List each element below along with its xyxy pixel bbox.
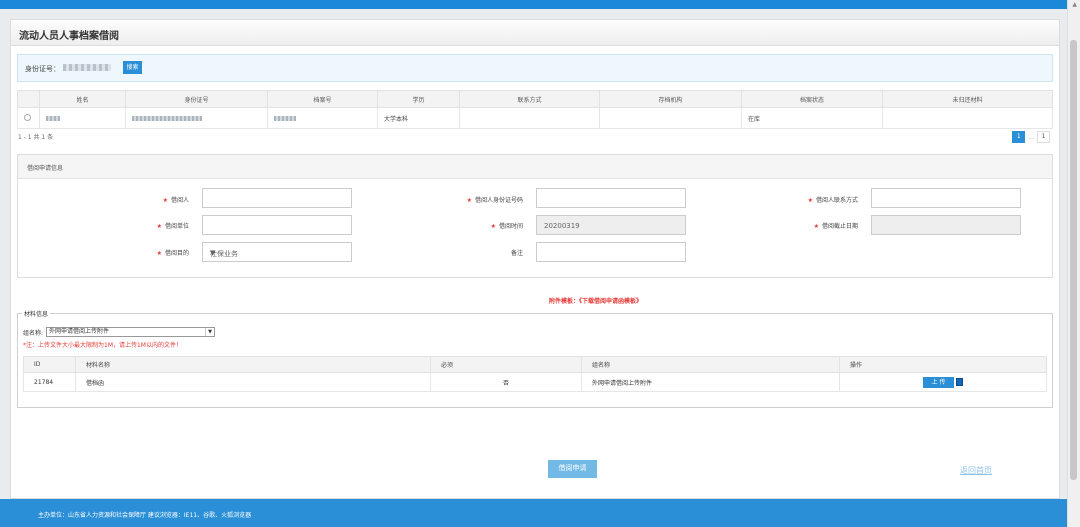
borrower-id-label: ★ 借阅人身份证号码 [466, 197, 523, 204]
required-star-icon: ★ [807, 197, 813, 204]
required-star-icon: ★ [156, 250, 162, 257]
row-radio[interactable] [24, 113, 31, 121]
deadline-label: ★ 借阅截止日期 [813, 223, 858, 230]
scroll-up-arrow-icon[interactable]: ▲ [1072, 1, 1077, 8]
column-header-unreturned: 未归还材料 [882, 90, 1053, 108]
footer: 主办单位：山东省人力资源和社会保障厅 建议浏览器：IE11、谷歌、火狐浏览器 [0, 499, 1067, 527]
material-action-cell: 上 传 [839, 372, 1047, 392]
column-header-group: 组名称 [581, 356, 840, 373]
column-header-status: 档案状态 [741, 90, 883, 108]
name-cell [39, 107, 126, 129]
deadline-input [871, 215, 1021, 235]
page-title: 流动人员人事档案借阅 [11, 20, 1059, 46]
column-header-org: 存档机构 [599, 90, 742, 108]
main-panel: 流动人员人事档案借阅 身份证号： 搜索 姓名 身份证号 档案号 学历 联系方式 … [10, 19, 1060, 499]
education-cell: 大学本科 [377, 107, 460, 129]
contact-cell [459, 107, 600, 129]
borrower-label: ★ 借阅人 [162, 197, 189, 204]
borrower-id-input[interactable] [536, 188, 686, 208]
page-button-current[interactable]: 1 [1012, 131, 1026, 143]
search-area: 身份证号： 搜索 [17, 54, 1053, 82]
purpose-select[interactable]: 社保业务 ▼ [202, 242, 352, 262]
borrower-input[interactable] [202, 188, 352, 208]
file-icon[interactable] [956, 378, 963, 386]
borrower-contact-input[interactable] [871, 188, 1021, 208]
form-section-title: 借阅申请信息 [18, 155, 1052, 179]
column-header-file-no: 档案号 [267, 90, 378, 108]
group-row: 组名称: 外网申请借阅上传附件 ▼ [23, 327, 216, 337]
borrow-request-form: 借阅申请信息 ★ 借阅人 ★ 借阅人身份证号码 ★ 借阅人联系方式 ★ 借阅单位 ★ 借阅… [17, 154, 1053, 278]
group-select[interactable]: 外网申请借阅上传附件 ▼ [46, 327, 216, 337]
id-value [132, 115, 202, 121]
scroll-thumb[interactable] [1070, 40, 1077, 480]
row-select-cell[interactable] [17, 107, 40, 129]
top-bar [0, 0, 1080, 9]
materials-fieldset: 材料信息 组名称: 外网申请借阅上传附件 ▼ *注：上传文件大小最大限制为1M，… [17, 309, 1053, 408]
required-star-icon: ★ [156, 223, 162, 230]
borrower-unit-input[interactable] [202, 215, 352, 235]
select-column-header [17, 90, 40, 108]
name-value [46, 115, 60, 121]
column-header-required: 必须 [430, 356, 582, 373]
material-required-cell: 否 [430, 372, 582, 392]
employee-table: 姓名 身份证号 档案号 学历 联系方式 存档机构 档案状态 未归还材料 大学本科… [17, 90, 1053, 129]
vertical-scrollbar[interactable]: ▲ [1067, 0, 1080, 527]
upload-button[interactable]: 上 传 [923, 376, 954, 388]
page-button-last[interactable]: 1 [1037, 131, 1050, 143]
borrower-contact-label: ★ 借阅人联系方式 [807, 197, 858, 204]
file-no-value [274, 115, 296, 121]
remarks-input[interactable] [536, 242, 686, 262]
required-star-icon: ★ [813, 223, 819, 230]
table-row: 21784 借档函 否 外网申请借阅上传附件 上 传 [23, 372, 1047, 392]
group-label: 组名称: [23, 329, 44, 337]
record-summary: 1 - 1 共 1 条 [18, 134, 54, 141]
pagination: 1 ... 1 [1012, 131, 1050, 143]
borrower-unit-label: ★ 借阅单位 [156, 223, 189, 230]
purpose-label: ★ 借阅目的 [156, 250, 189, 257]
status-cell: 在库 [741, 107, 883, 129]
pagination-ellipsis: ... [1028, 133, 1034, 141]
required-star-icon: ★ [490, 223, 496, 230]
column-header-name: 姓名 [39, 90, 126, 108]
id-number-input[interactable] [63, 64, 111, 71]
group-select-value: 外网申请借阅上传附件 [49, 328, 110, 335]
submit-borrow-button[interactable]: 借阅申请 [548, 460, 597, 478]
id-cell [125, 107, 268, 129]
required-star-icon: ★ [466, 197, 472, 204]
material-name-cell: 借档函 [75, 372, 431, 392]
unreturned-cell [882, 107, 1053, 129]
attachment-template-link[interactable]: 附件模板：《下载借阅申请函模板》 [549, 296, 642, 305]
remarks-label: 备注 [510, 250, 523, 257]
material-group-cell: 外网申请借阅上传附件 [581, 372, 840, 392]
column-header-education: 学历 [377, 90, 460, 108]
column-header-action: 操作 [839, 356, 1047, 373]
file-no-cell [267, 107, 378, 129]
upload-size-warning: *注：上传文件大小最大限制为1M，请上传1M以内的文件！ [23, 342, 182, 349]
back-home-link[interactable]: 返回首页 [960, 465, 992, 476]
borrow-time-input: 20200319 [536, 215, 686, 235]
borrow-time-value: 20200319 [544, 222, 580, 230]
chevron-down-icon: ▼ [205, 328, 214, 336]
material-id-cell: 21784 [23, 372, 76, 392]
org-cell [599, 107, 742, 129]
column-header-material-name: 材料名称 [75, 356, 431, 373]
search-button[interactable]: 搜索 [123, 61, 142, 74]
column-header-contact: 联系方式 [459, 90, 600, 108]
table-row[interactable]: 大学本科 在库 [17, 107, 1053, 129]
chevron-down-icon: ▼ [210, 249, 216, 257]
id-number-label: 身份证号： [25, 65, 60, 73]
required-star-icon: ★ [162, 197, 168, 204]
column-header-id: 身份证号 [125, 90, 268, 108]
materials-legend: 材料信息 [22, 309, 51, 318]
materials-table: ID 材料名称 必须 组名称 操作 21784 借档函 否 外网申请借阅上传附件… [23, 356, 1047, 392]
column-header-id: ID [23, 356, 76, 373]
borrow-time-label: ★ 借阅时间 [490, 223, 523, 230]
